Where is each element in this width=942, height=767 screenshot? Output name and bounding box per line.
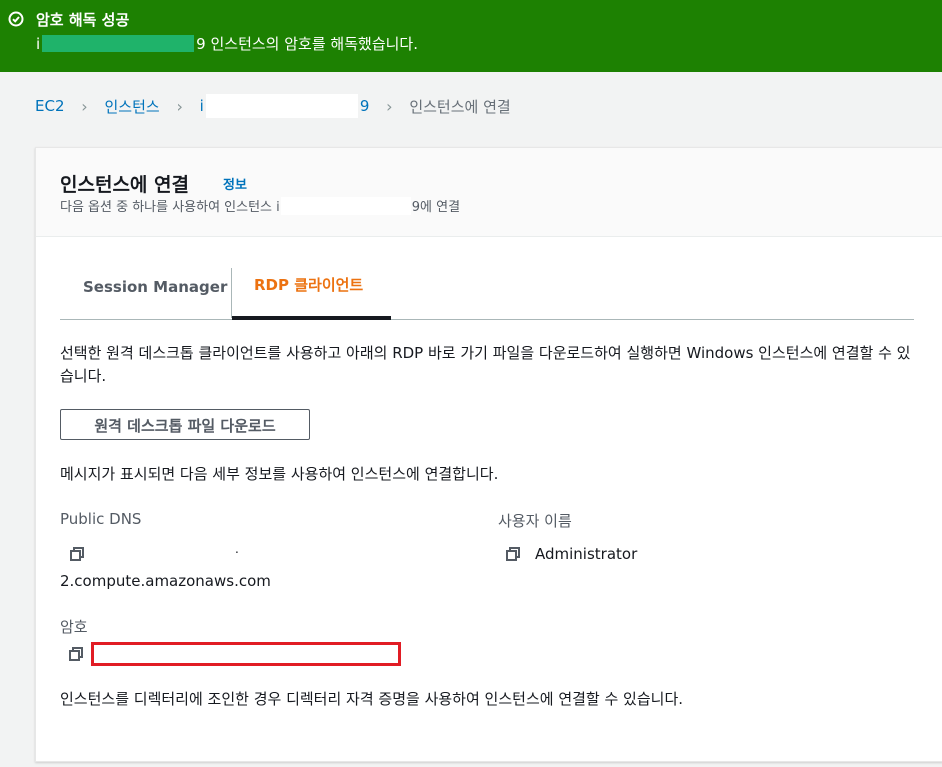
breadcrumb-instances[interactable]: 인스턴스 xyxy=(104,96,159,117)
tab-rdp-client[interactable]: RDP 클라이언트 xyxy=(231,268,391,320)
public-dns-value: 2.compute.amazonaws.com xyxy=(60,572,271,590)
chevron-right-icon: › xyxy=(81,96,88,116)
password-label: 암호 xyxy=(60,618,88,636)
tab-label: Session Manager xyxy=(83,278,228,296)
connection-tabs: Session Manager RDP 클라이언트 xyxy=(60,268,914,320)
breadcrumb: EC2 › 인스턴스 › i9 › 인스턴스에 연결 xyxy=(35,94,511,118)
redacted-instance-id xyxy=(280,197,411,215)
tab-label: RDP 클라이언트 xyxy=(254,276,364,294)
breadcrumb-current: 인스턴스에 연결 xyxy=(409,97,511,116)
public-dns-label: Public DNS xyxy=(60,510,142,528)
flash-message: i 9 인스턴스의 암호를 해독했습니다. xyxy=(36,33,418,54)
redacted-instance-id xyxy=(205,94,358,118)
breadcrumb-instance-id-suffix: 9 xyxy=(359,97,370,115)
chevron-right-icon: › xyxy=(176,96,183,116)
flash-title: 암호 해독 성공 xyxy=(36,11,130,29)
success-flashbar: 암호 해독 성공 i 9 인스턴스의 암호를 해독했습니다. xyxy=(0,0,942,72)
check-circle-icon xyxy=(8,11,24,27)
public-dns-value-fragment: . xyxy=(235,542,239,556)
panel-description: 다음 옵션 중 하나를 사용하여 인스턴스 i 9에 연결 xyxy=(60,196,460,215)
panel-description-suffix: 9에 연결 xyxy=(411,200,461,215)
redacted-instance-id xyxy=(42,35,195,52)
flash-message-prefix: i xyxy=(36,35,41,53)
username-label: 사용자 이름 xyxy=(498,512,572,530)
copy-icon[interactable] xyxy=(505,546,521,562)
chevron-right-icon: › xyxy=(386,96,393,116)
panel-description-prefix: 다음 옵션 중 하나를 사용하여 인스턴스 i xyxy=(60,200,280,215)
download-rdp-file-button[interactable]: 원격 데스크톱 파일 다운로드 xyxy=(60,409,310,440)
breadcrumb-ec2[interactable]: EC2 xyxy=(35,97,65,115)
username-value: Administrator xyxy=(535,545,638,563)
connect-panel: 인스턴스에 연결 정보 다음 옵션 중 하나를 사용하여 인스턴스 i 9에 연결… xyxy=(35,147,942,762)
copy-icon[interactable] xyxy=(69,546,85,562)
copy-icon[interactable] xyxy=(68,646,84,662)
panel-header: 인스턴스에 연결 정보 다음 옵션 중 하나를 사용하여 인스턴스 i 9에 연결 xyxy=(36,148,942,237)
prompt-text: 메시지가 표시되면 다음 세부 정보를 사용하여 인스턴스에 연결합니다. xyxy=(60,465,499,483)
breadcrumb-instance-id[interactable]: i9 xyxy=(199,94,370,118)
directory-note: 인스턴스를 디렉터리에 조인한 경우 디렉터리 자격 증명을 사용하여 인스턴스… xyxy=(60,690,684,708)
tab-session-manager[interactable]: Session Manager xyxy=(60,268,230,318)
rdp-intro-text: 선택한 원격 데스크톱 클라이언트를 사용하고 아래의 RDP 바로 가기 파일… xyxy=(60,344,911,385)
flash-message-suffix: 9 인스턴스의 암호를 해독했습니다. xyxy=(196,35,418,53)
page-title: 인스턴스에 연결 xyxy=(60,174,189,196)
password-value-redacted xyxy=(91,642,401,666)
breadcrumb-instance-id-prefix: i xyxy=(199,97,204,115)
info-link[interactable]: 정보 xyxy=(223,174,247,193)
